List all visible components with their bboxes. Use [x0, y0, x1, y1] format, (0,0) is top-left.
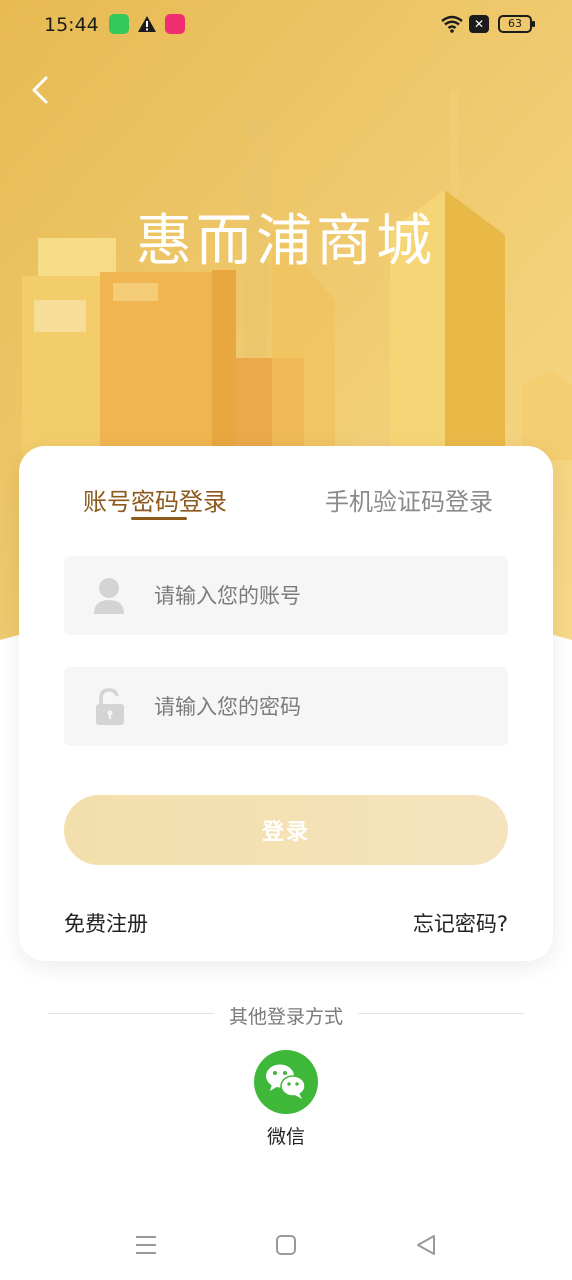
- triangle-back-icon: [417, 1235, 435, 1255]
- register-link[interactable]: 免费注册: [64, 908, 148, 938]
- active-tab-indicator: [131, 517, 187, 520]
- warning-icon: [137, 14, 157, 34]
- back-button[interactable]: [24, 72, 60, 108]
- other-login-label: 其他登录方式: [228, 1006, 343, 1028]
- wechat-login-button[interactable]: [254, 1050, 318, 1114]
- wechat-label: 微信: [266, 1126, 305, 1148]
- app-title: 惠而浦商城: [136, 209, 436, 274]
- forgot-password-link[interactable]: 忘记密码?: [413, 908, 508, 938]
- wifi-icon: [440, 14, 463, 34]
- system-nav-bar: [0, 1220, 572, 1270]
- lock-icon: [92, 687, 128, 727]
- home-nav-button[interactable]: [273, 1232, 299, 1258]
- user-icon: [92, 576, 128, 616]
- no-sim-icon: ✕: [469, 15, 489, 33]
- chevron-left-icon: [32, 76, 48, 104]
- tab-account-password[interactable]: 账号密码登录: [83, 482, 227, 517]
- divider-line: [358, 1013, 524, 1014]
- status-bar: 15:44 ✕ 63: [0, 0, 572, 52]
- menu-nav-button[interactable]: [133, 1232, 159, 1258]
- back-nav-button[interactable]: [413, 1232, 439, 1258]
- battery-icon: 63: [498, 15, 535, 33]
- tab-sms-code[interactable]: 手机验证码登录: [325, 482, 493, 517]
- wechat-icon: [266, 1064, 306, 1099]
- password-field: [64, 667, 508, 746]
- app-notification-icon: [165, 14, 185, 34]
- other-login-divider: 其他登录方式: [48, 1000, 524, 1028]
- account-input[interactable]: [154, 556, 494, 635]
- login-card: 账号密码登录 手机验证码登录 登录 免费注册 忘记密码?: [19, 446, 553, 961]
- password-input[interactable]: [154, 667, 494, 746]
- status-time: 15:44: [44, 14, 99, 36]
- menu-icon: [136, 1236, 156, 1254]
- login-button[interactable]: 登录: [64, 795, 508, 865]
- home-square-icon: [276, 1235, 296, 1255]
- account-field: [64, 556, 508, 635]
- app-notification-icon: [109, 14, 129, 34]
